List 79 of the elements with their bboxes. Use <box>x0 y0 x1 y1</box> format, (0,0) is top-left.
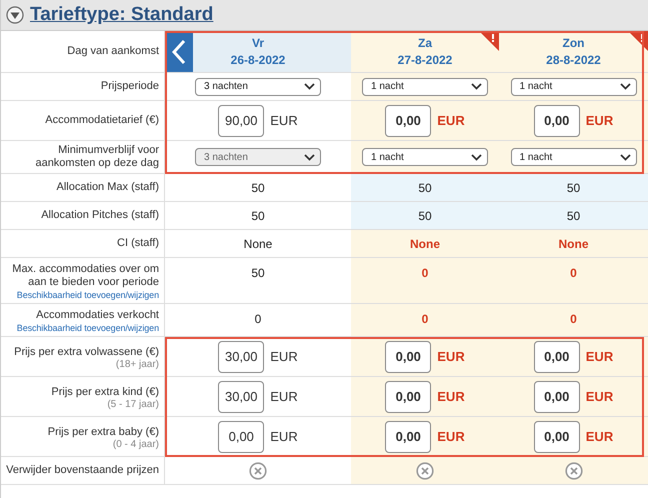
availability-link[interactable]: Beschikbaarheid toevoegen/wijzigen <box>16 322 159 334</box>
row-label: Accommodaties verkocht <box>36 309 159 322</box>
day-name: Zon <box>562 34 584 52</box>
chevron-icon <box>471 154 482 160</box>
cell-value: 0 <box>254 312 262 326</box>
currency-label: EUR <box>586 113 614 128</box>
chevron-icon <box>304 83 315 90</box>
currency-label: EUR <box>270 113 298 128</box>
row-label: Prijs per extra baby (€) <box>48 426 159 438</box>
cell-value: 50 <box>251 266 265 280</box>
row-label: Allocation Pitches (staff) <box>41 209 159 222</box>
chevron-icon <box>304 154 315 160</box>
cell-value: 50 <box>251 180 265 194</box>
night-dropdown[interactable]: 1 nacht <box>510 148 636 166</box>
cell-value: None <box>558 236 588 250</box>
row-label: Allocation Max (staff) <box>56 181 159 194</box>
currency-label: EUR <box>270 389 298 404</box>
night-dropdown[interactable]: 3 nachten <box>195 78 321 96</box>
price-field[interactable]: 0,00 <box>385 340 432 372</box>
age-note: (0 - 4 jaar) <box>112 438 159 450</box>
remove-icon[interactable] <box>249 462 267 480</box>
cell-value: 0 <box>570 266 577 280</box>
night-dropdown[interactable]: 1 nacht <box>362 148 488 166</box>
price-field[interactable]: 0,00 <box>534 380 580 412</box>
price-field[interactable]: 90,00 <box>218 104 264 136</box>
row-label: Prijsperiode <box>100 80 159 93</box>
row-label: Prijs per extra volwassene (€) <box>14 346 159 358</box>
cell-value: 0 <box>422 266 428 280</box>
row-label: CI (staff) <box>117 237 159 250</box>
age-note: (18+ jaar) <box>116 358 159 370</box>
chevron-icon <box>620 154 630 160</box>
remove-icon[interactable] <box>564 462 582 480</box>
row-label: Max. accommodaties over om aan te bieden voor periode <box>11 263 159 289</box>
chevron-icon <box>620 83 630 90</box>
cell-value: 50 <box>566 208 580 222</box>
row-label: Dag van aankomst <box>67 45 159 58</box>
chevron-icon <box>471 83 482 90</box>
price-field[interactable]: 0,00 <box>534 420 580 452</box>
day-name: Vr <box>252 34 264 52</box>
collapse-icon[interactable] <box>6 6 24 24</box>
cell-value: 50 <box>566 180 580 194</box>
row-label: Prijs per extra kind (€) <box>51 386 159 398</box>
price-field[interactable]: 0,00 <box>385 380 432 412</box>
date: 27-8-2022 <box>398 52 452 68</box>
currency-label: EUR <box>586 349 614 364</box>
currency-label: EUR <box>270 349 298 364</box>
row-label: Verwijder bovenstaande prijzen <box>6 464 159 477</box>
cell-value: 50 <box>418 208 432 222</box>
currency-label: EUR <box>437 349 465 364</box>
row-label: Minimumverblijf voor aankomsten op deze dag <box>34 144 159 170</box>
chevron-left-icon <box>172 38 186 64</box>
currency-label: EUR <box>270 429 298 444</box>
date: 28-8-2022 <box>546 52 601 68</box>
remove-icon[interactable] <box>416 462 434 480</box>
cell-value: None <box>410 236 440 250</box>
price-field[interactable]: 0,00 <box>534 104 580 136</box>
day-name: Za <box>418 34 432 52</box>
price-field[interactable]: 0,00 <box>218 420 264 452</box>
currency-label: EUR <box>437 429 465 444</box>
cell-value: 50 <box>418 180 432 194</box>
currency-label: EUR <box>586 389 614 404</box>
cell-value: 0 <box>422 312 428 326</box>
currency-label: EUR <box>437 389 465 404</box>
night-dropdown[interactable]: 1 nacht <box>362 78 488 96</box>
price-field[interactable]: 30,00 <box>218 340 264 372</box>
cell-value: 0 <box>570 312 577 326</box>
date: 26-8-2022 <box>230 52 286 68</box>
currency-label: EUR <box>437 113 465 128</box>
price-field[interactable]: 0,00 <box>534 340 580 372</box>
row-label: Accommodatietarief (€) <box>45 114 159 127</box>
price-field[interactable]: 0,00 <box>385 420 432 452</box>
cell-value: 50 <box>251 208 265 222</box>
price-field[interactable]: 30,00 <box>218 380 264 412</box>
age-note: (5 - 17 jaar) <box>107 398 159 410</box>
cell-value: None <box>244 236 272 250</box>
availability-link[interactable]: Beschikbaarheid toevoegen/wijzigen <box>16 289 159 301</box>
price-field[interactable]: 0,00 <box>385 104 432 136</box>
currency-label: EUR <box>586 429 614 444</box>
night-dropdown[interactable]: 1 nacht <box>510 78 636 96</box>
